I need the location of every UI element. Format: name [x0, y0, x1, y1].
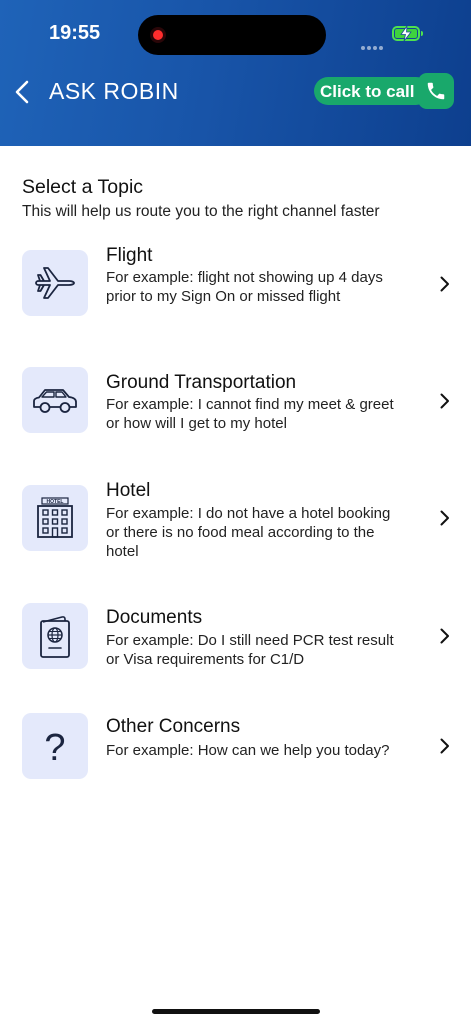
passport-icon	[40, 616, 70, 658]
call-icon-container	[418, 73, 454, 109]
page-title: ASK ROBIN	[49, 78, 179, 104]
topic-icon-container	[22, 367, 88, 433]
topic-title: Hotel	[106, 480, 151, 501]
topic-icon-container: HOTEL	[22, 485, 88, 551]
topic-description: For example: Do I still need PCR test re…	[106, 632, 394, 668]
battery-tip	[421, 31, 423, 36]
question-mark-text: ?	[44, 727, 65, 769]
topic-title: Other Concerns	[106, 716, 241, 737]
status-time: 19:55	[49, 22, 101, 44]
topic-description: For example: I cannot find my meet & gre…	[106, 396, 394, 432]
topic-icon-container	[22, 603, 88, 669]
topic-item-documents[interactable]: Documents For example: Do I still need P…	[0, 603, 471, 683]
topic-icon-container	[22, 250, 88, 316]
phone-icon	[427, 82, 445, 100]
topic-description: For example: flight not showing up 4 day…	[106, 269, 383, 305]
topic-title: Flight	[106, 245, 153, 266]
call-button-label: Click to call	[320, 82, 415, 101]
question-icon: ?	[44, 727, 65, 769]
hotel-icon: HOTEL	[37, 497, 73, 538]
topic-item-ground-transportation[interactable]: Ground Transportation For example: I can…	[0, 367, 471, 447]
hotel-sign-text: HOTEL	[47, 499, 64, 505]
dynamic-island	[138, 15, 326, 55]
topic-description: For example: I do not have a hotel booki…	[106, 505, 391, 560]
section-subheading: This will help us route you to the right…	[22, 203, 380, 220]
topic-item-other-concerns[interactable]: ? Other Concerns For example: How can we…	[0, 713, 471, 793]
topic-title: Ground Transportation	[106, 372, 297, 393]
signal-icon	[361, 37, 385, 55]
back-button[interactable]	[10, 76, 38, 108]
chevron-right-icon	[440, 510, 449, 526]
recording-indicator-icon	[150, 27, 166, 43]
chevron-right-icon	[440, 393, 449, 409]
chevron-right-icon	[440, 628, 449, 644]
section-heading: Select a Topic	[22, 176, 144, 198]
topic-title: Documents	[106, 607, 203, 628]
click-to-call-button[interactable]: Click to call	[314, 73, 454, 109]
topic-item-flight[interactable]: Flight For example: flight not showing u…	[0, 240, 471, 340]
airplane-icon	[35, 267, 75, 299]
chevron-right-icon	[440, 738, 449, 754]
chevron-right-icon	[440, 276, 449, 292]
topic-icon-container: ?	[22, 713, 88, 779]
home-indicator[interactable]	[152, 1009, 320, 1014]
chevron-left-icon	[15, 80, 29, 104]
topic-description: For example: How can we help you today?	[106, 742, 390, 759]
car-icon	[33, 389, 77, 413]
topic-item-hotel[interactable]: HOTEL Hotel For example: I do not have a…	[0, 480, 471, 580]
app-header: 19:55 ASK ROBIN Click to call	[0, 0, 471, 146]
charging-bolt-icon	[400, 26, 412, 41]
